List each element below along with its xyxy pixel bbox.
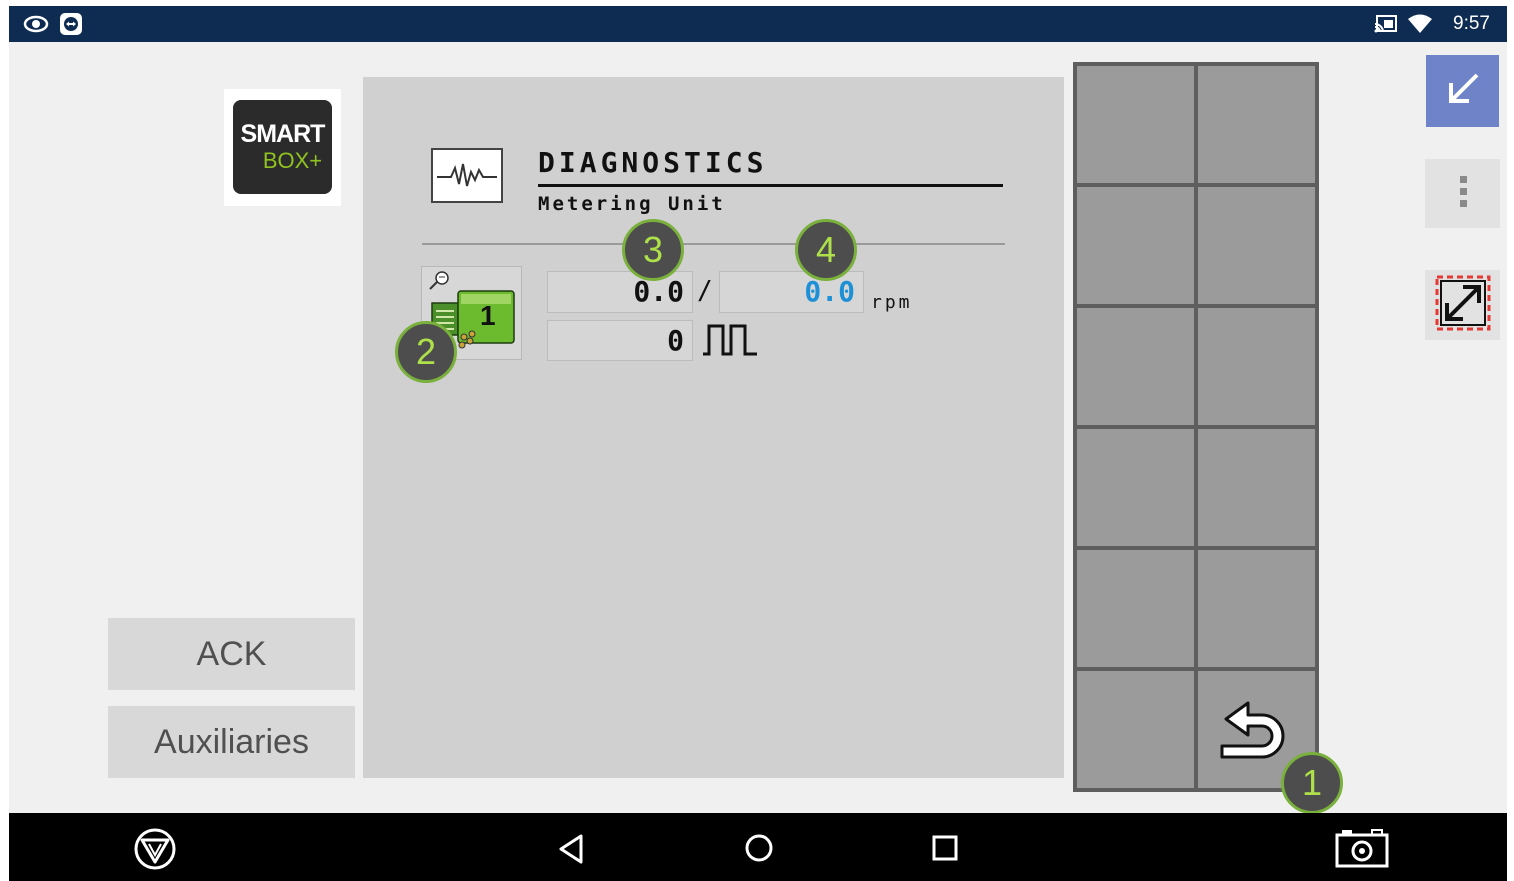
speed-unit: rpm <box>871 292 913 313</box>
page-title: DIAGNOSTICS <box>538 146 768 179</box>
title-underline <box>538 184 1003 187</box>
softkey-empty[interactable] <box>1198 550 1315 667</box>
softkey-empty[interactable] <box>1198 187 1315 304</box>
eye-icon <box>23 13 49 39</box>
softkey-empty[interactable] <box>1077 308 1194 425</box>
softkey-empty[interactable] <box>1198 308 1315 425</box>
callout-badge-4: 4 <box>795 219 857 281</box>
more-vert-icon <box>1457 174 1469 214</box>
recents-icon[interactable] <box>932 835 958 865</box>
target-speed-field: 0.0 <box>719 271 864 313</box>
diagnostics-icon <box>431 148 503 203</box>
softkey-empty[interactable] <box>1198 66 1315 183</box>
ack-button[interactable]: ACK <box>108 618 355 690</box>
actual-speed-field: 0.0 <box>547 271 693 313</box>
minimize-button[interactable] <box>1426 55 1499 127</box>
softkey-empty[interactable] <box>1077 671 1194 788</box>
logo-triangle-icon[interactable] <box>132 827 178 875</box>
page-subtitle: Metering Unit <box>538 193 726 215</box>
pulse-icon <box>701 322 761 360</box>
callout-badge-2: 2 <box>395 321 457 383</box>
home-icon[interactable] <box>744 833 774 867</box>
wifi-icon <box>1407 14 1433 38</box>
separator-line <box>422 243 1005 245</box>
menu-button[interactable] <box>1425 159 1500 228</box>
softkey-empty[interactable] <box>1198 429 1315 546</box>
pulse-count-field: 0 <box>547 320 693 361</box>
arrow-down-left-icon <box>1443 69 1483 113</box>
softkey-empty[interactable] <box>1077 429 1194 546</box>
softkey-empty[interactable] <box>1077 66 1194 183</box>
softkey-empty[interactable] <box>1077 187 1194 304</box>
logo-text-smart: SMART <box>240 120 326 148</box>
softkey-grid <box>1073 62 1319 792</box>
camera-icon[interactable] <box>1334 827 1390 873</box>
callout-badge-3: 3 <box>622 219 684 281</box>
speed-divider: / <box>697 276 713 306</box>
navigation-bar <box>9 813 1507 881</box>
status-bar: 9:57 <box>9 6 1507 42</box>
teamviewer-icon <box>59 12 83 40</box>
auxiliaries-button[interactable]: Auxiliaries <box>108 706 355 778</box>
return-icon <box>1218 699 1286 769</box>
cast-icon <box>1374 14 1398 38</box>
callout-badge-1: 1 <box>1281 752 1343 814</box>
resize-icon <box>1433 273 1493 337</box>
logo-text-box: BOX+ <box>262 148 323 173</box>
status-time: 9:57 <box>1453 13 1490 34</box>
back-icon[interactable] <box>557 833 585 869</box>
resize-button[interactable] <box>1425 270 1500 340</box>
softkey-empty[interactable] <box>1077 550 1194 667</box>
metering-unit-number: 1 <box>480 300 496 331</box>
